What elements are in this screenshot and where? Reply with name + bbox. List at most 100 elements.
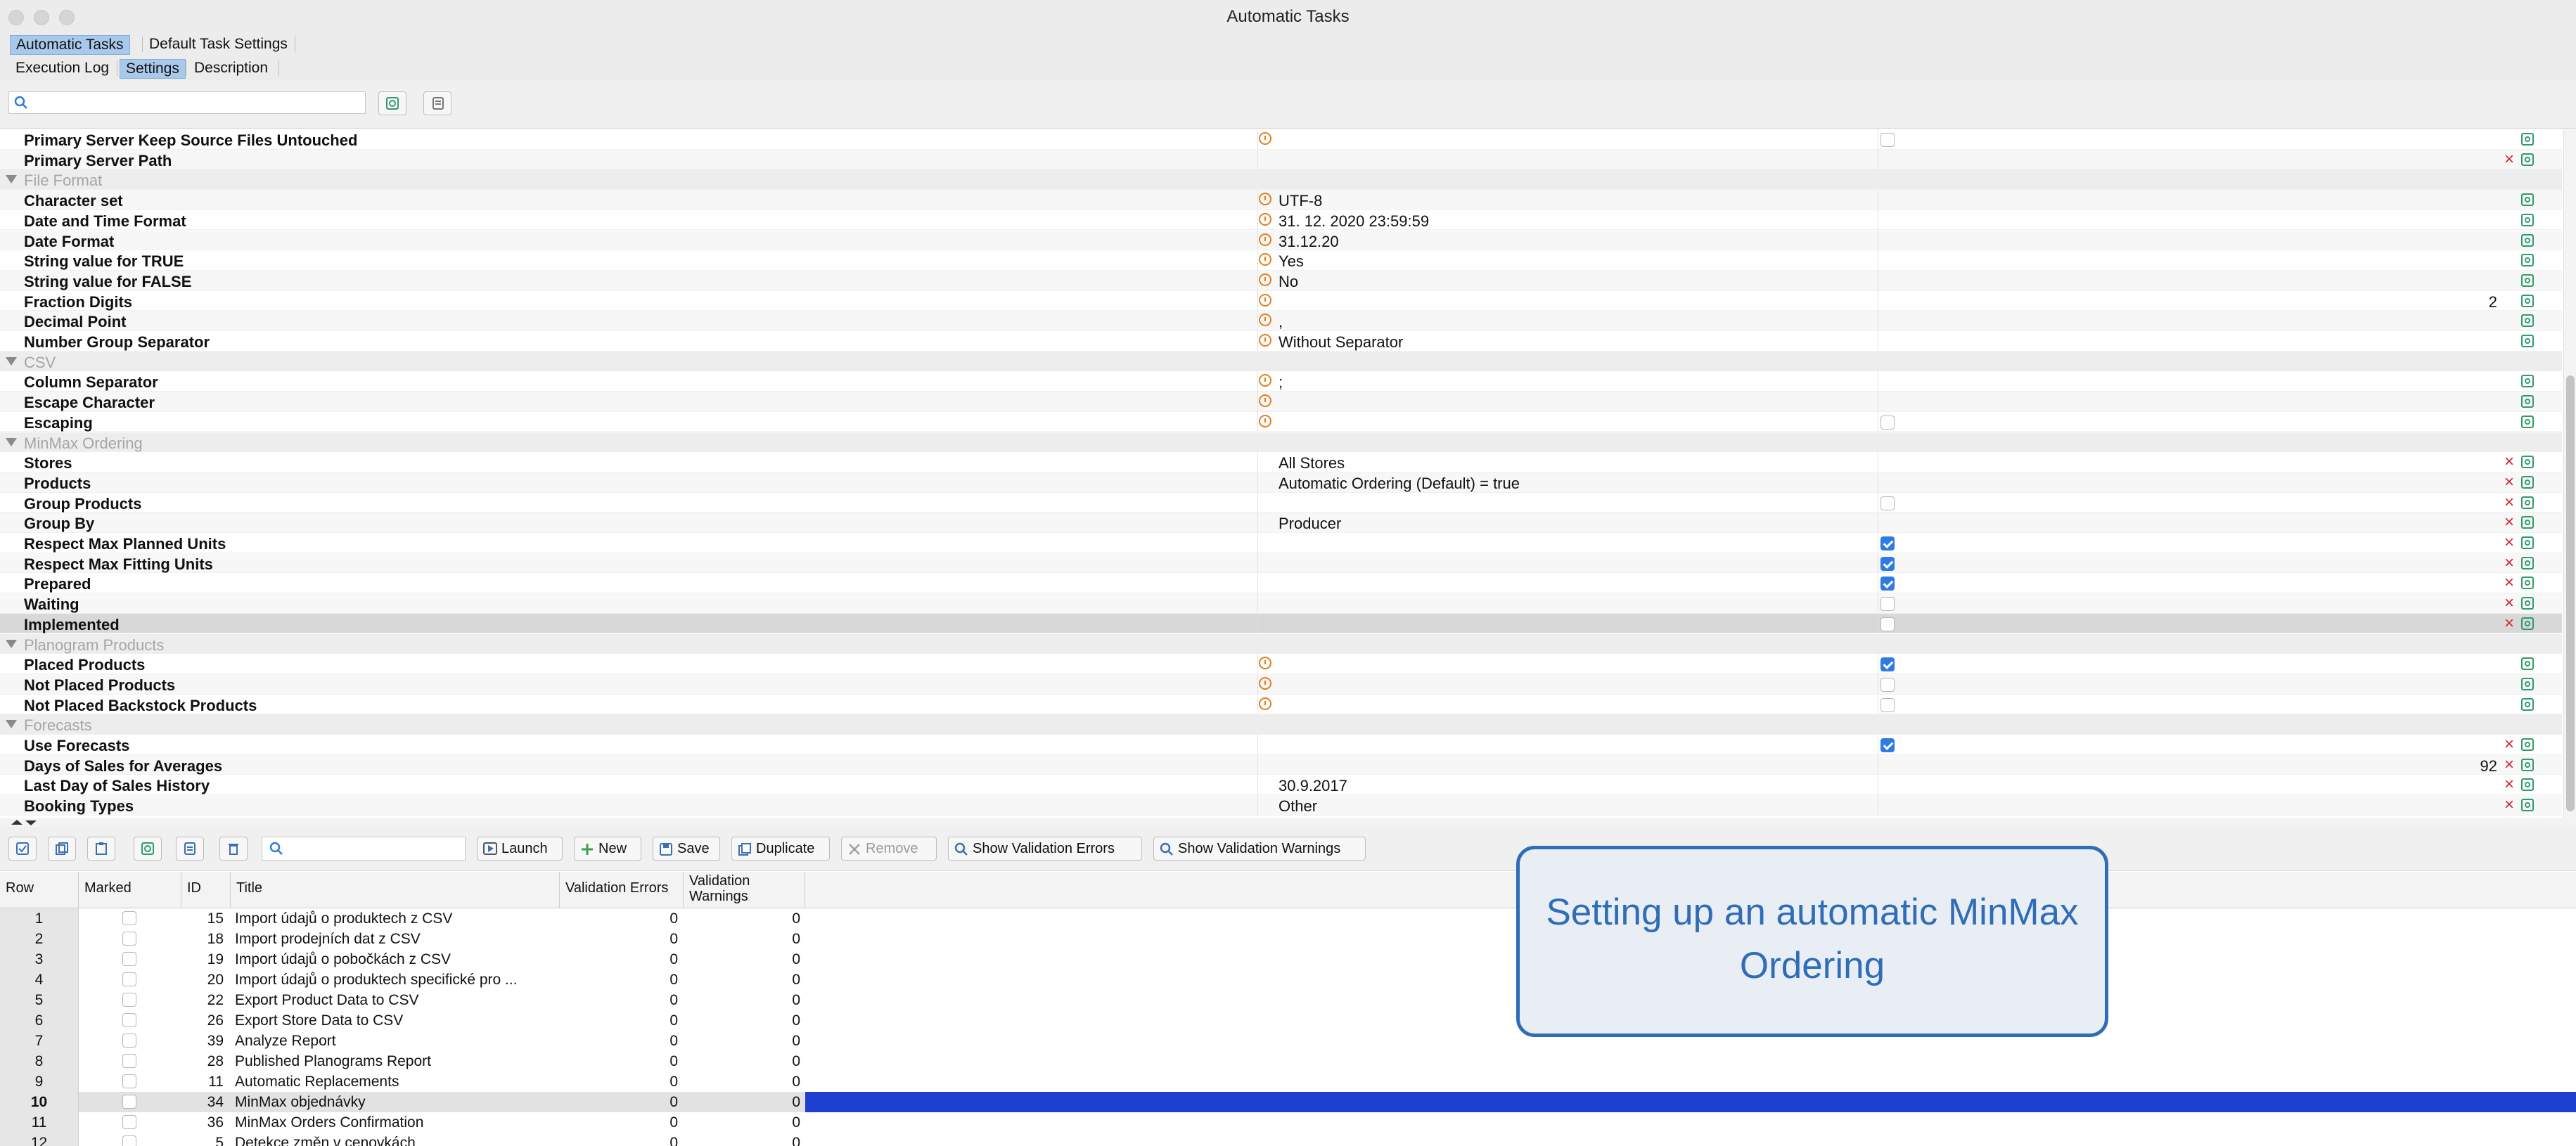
settings-row[interactable]: Date and Time Format 31. 12. 2020 23:59:5… [0, 210, 2562, 231]
settings-row[interactable]: Date Format 31.12.20 [0, 230, 2562, 251]
copy-button[interactable] [48, 837, 76, 861]
edit-value-icon[interactable] [2521, 294, 2534, 307]
column-header-id[interactable]: ID [181, 872, 231, 908]
setting-checkbox[interactable] [1880, 496, 1895, 510]
edit-value-icon[interactable] [2521, 254, 2534, 267]
marked-checkbox[interactable] [122, 1034, 136, 1048]
edit-value-icon[interactable] [2521, 556, 2534, 569]
column-header-title[interactable]: Title [231, 872, 560, 908]
marked-checkbox[interactable] [122, 1013, 136, 1027]
paste-button[interactable] [87, 837, 115, 861]
section-collapse-triangle-icon[interactable] [6, 437, 17, 446]
edit-value-icon[interactable] [2521, 273, 2534, 287]
tasks-search-input[interactable] [262, 837, 466, 861]
panel-splitter[interactable] [0, 818, 2576, 827]
edit-value-icon[interactable] [2521, 758, 2534, 771]
setting-value[interactable]: , [1279, 313, 1283, 331]
setting-value[interactable]: Automatic Ordering (Default) = true [1279, 475, 1520, 493]
setting-checkbox[interactable] [1880, 556, 1895, 571]
edit-value-icon[interactable] [2521, 536, 2534, 549]
settings-search-input[interactable] [8, 91, 366, 114]
edit-value-icon[interactable] [2521, 375, 2534, 388]
settings-section-header[interactable]: Forecasts [0, 714, 2562, 735]
edit-value-icon[interactable] [2521, 657, 2534, 671]
edit-value-icon[interactable] [2521, 597, 2534, 610]
settings-row[interactable]: Waiting × [0, 593, 2562, 614]
edit-value-icon[interactable] [2521, 697, 2534, 711]
tab-automatic-tasks[interactable]: Automatic Tasks [10, 35, 130, 55]
column-header-validation-warnings[interactable]: Validation Warnings [684, 872, 805, 908]
marked-checkbox[interactable] [122, 1074, 136, 1088]
edit-value-icon[interactable] [2521, 778, 2534, 792]
edit-value-icon[interactable] [2521, 133, 2534, 146]
settings-row[interactable]: Escaping [0, 411, 2562, 432]
edit-value-icon[interactable] [2521, 516, 2534, 529]
column-header-validation-errors[interactable]: Validation Errors [560, 872, 684, 908]
setting-value[interactable]: Without Separator [1279, 333, 1403, 352]
edit-value-icon[interactable] [2521, 193, 2534, 207]
reset-value-x-icon[interactable]: × [2504, 775, 2514, 794]
settings-row[interactable]: Fraction Digits 2 [0, 290, 2562, 311]
settings-row[interactable]: Prepared × [0, 573, 2562, 594]
settings-scrollbar[interactable] [2563, 129, 2576, 818]
setting-checkbox[interactable] [1880, 738, 1895, 752]
settings-section-header[interactable]: CSV [0, 351, 2562, 372]
splitter-arrows-icon[interactable] [10, 818, 38, 827]
reset-value-x-icon[interactable]: × [2504, 493, 2514, 512]
tab-description[interactable]: Description [188, 59, 274, 77]
reset-value-x-icon[interactable]: × [2504, 513, 2514, 532]
reset-value-x-icon[interactable]: × [2504, 534, 2514, 552]
new-button[interactable]: New [574, 837, 641, 861]
table-row[interactable]: 11 36 MinMax Orders Confirmation 0 0 [0, 1112, 2576, 1133]
settings-view-button[interactable] [378, 91, 406, 115]
setting-value[interactable]: ; [1279, 373, 1283, 392]
reset-value-x-icon[interactable]: × [2504, 553, 2514, 572]
edit-value-icon[interactable] [2521, 738, 2534, 751]
marked-checkbox[interactable] [122, 1115, 136, 1129]
settings-row[interactable]: Stores All Stores × [0, 452, 2562, 472]
edit-value-icon[interactable] [2521, 475, 2534, 489]
setting-value[interactable]: All Stores [1279, 454, 1345, 472]
section-collapse-triangle-icon[interactable] [6, 639, 17, 648]
edit-value-icon[interactable] [2521, 617, 2534, 630]
remove-button[interactable]: Remove [841, 837, 937, 861]
section-collapse-triangle-icon[interactable] [6, 175, 17, 184]
setting-value[interactable]: Yes [1279, 252, 1304, 271]
tab-settings[interactable]: Settings [120, 59, 186, 79]
settings-row[interactable]: Days of Sales for Averages 92 × [0, 754, 2562, 775]
edit-value-icon[interactable] [2521, 395, 2534, 408]
settings-scrollbar-thumb[interactable] [2566, 375, 2575, 811]
setting-checkbox[interactable] [1880, 677, 1895, 692]
launch-button[interactable]: Launch [477, 837, 563, 861]
settings-row[interactable]: Not Placed Products [0, 674, 2562, 695]
settings-section-header[interactable]: File Format [0, 169, 2562, 191]
settings-row[interactable]: Booking Types Other × [0, 795, 2562, 816]
marked-checkbox[interactable] [122, 1054, 136, 1068]
settings-row[interactable]: Use Forecasts × [0, 735, 2562, 755]
table-row[interactable]: 12 5 Detekce změn v cenovkách 0 0 [0, 1133, 2576, 1146]
reset-value-x-icon[interactable]: × [2504, 453, 2514, 471]
duplicate-button[interactable]: Duplicate [731, 837, 830, 861]
column-header-marked[interactable]: Marked [79, 872, 181, 908]
settings-row[interactable]: Last Day of Sales History 30.9.2017 × [0, 775, 2562, 796]
select-all-button[interactable] [8, 837, 37, 861]
settings-row[interactable]: Decimal Point, [0, 311, 2562, 331]
marked-checkbox[interactable] [122, 972, 136, 986]
settings-row[interactable]: Primary Server Path × [0, 149, 2562, 170]
settings-row[interactable]: Character set UTF-8 [0, 190, 2562, 210]
table-row[interactable]: 7 39 Analyze Report 0 0 [0, 1031, 2576, 1051]
settings-row[interactable]: Column Separator; [0, 371, 2562, 392]
setting-value[interactable]: UTF-8 [1279, 192, 1322, 210]
settings-row[interactable]: Escape Character [0, 392, 2562, 412]
reset-value-x-icon[interactable]: × [2504, 796, 2514, 814]
setting-checkbox[interactable] [1880, 536, 1895, 551]
edit-value-icon[interactable] [2521, 496, 2534, 509]
show-validation-errors-button[interactable]: Show Validation Errors [948, 837, 1142, 861]
reset-value-x-icon[interactable]: × [2504, 150, 2514, 169]
marked-checkbox[interactable] [122, 1095, 136, 1109]
table-row[interactable]: 9 11 Automatic Replacements 0 0 [0, 1071, 2576, 1092]
settings-row[interactable]: Implemented × [0, 613, 2562, 634]
setting-checkbox[interactable] [1880, 657, 1895, 672]
column-header-row[interactable]: Row [0, 872, 79, 908]
settings-section-header[interactable]: MinMax Ordering [0, 432, 2562, 453]
